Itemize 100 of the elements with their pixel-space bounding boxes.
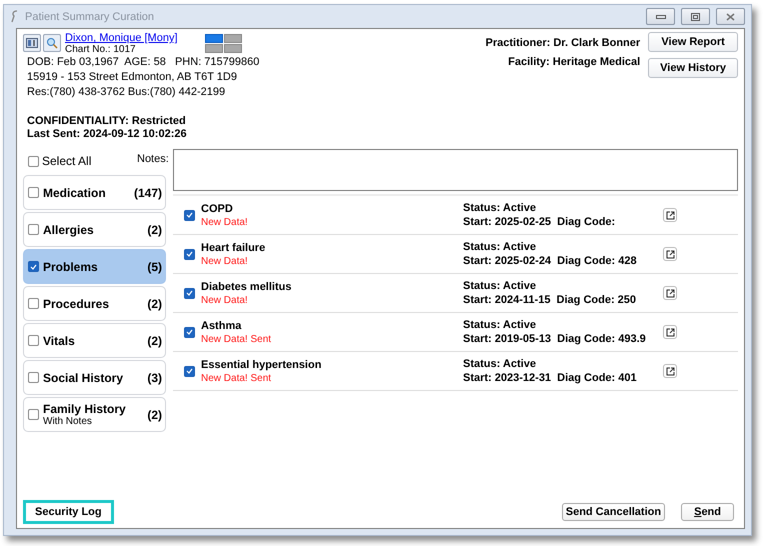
checkmark-icon xyxy=(30,264,37,270)
problem-status: Status: Active xyxy=(463,319,537,331)
category-label: Problems xyxy=(43,260,99,274)
problem-status: Status: Active xyxy=(463,358,537,370)
open-external-button[interactable] xyxy=(663,286,677,300)
category-count: (2) xyxy=(147,296,162,310)
checkbox[interactable] xyxy=(28,372,39,383)
open-external-button[interactable] xyxy=(663,325,677,339)
last-sent-label: Last Sent: 2024-09-12 10:02:26 xyxy=(27,128,188,141)
open-external-button[interactable] xyxy=(663,208,677,222)
category-item[interactable]: Social History (3) xyxy=(23,360,166,395)
layout-tile[interactable] xyxy=(224,44,242,53)
checkbox[interactable] xyxy=(28,224,39,235)
problem-name: COPD xyxy=(201,202,233,214)
minimize-button[interactable] xyxy=(646,8,675,25)
patient-phones: Res:(780) 438-3762 Bus:(780) 442-2199 xyxy=(27,85,226,100)
category-item[interactable]: Procedures (2) xyxy=(23,286,166,321)
problem-name: Diabetes mellitus xyxy=(201,280,292,292)
confidentiality-label: CONFIDENTIALITY: Restricted xyxy=(27,115,187,128)
facility-label: Facility: Heritage Medical xyxy=(508,56,640,68)
minimize-icon xyxy=(656,14,666,18)
category-item[interactable]: Medication (147) xyxy=(23,175,166,210)
status-note-label: New Data! xyxy=(201,216,248,228)
maximize-button[interactable] xyxy=(681,8,710,25)
open-external-icon xyxy=(666,210,674,220)
search-icon xyxy=(46,37,58,49)
checkbox[interactable] xyxy=(184,288,195,298)
category-count: (2) xyxy=(147,222,162,236)
status-note-label: New Data! Sent xyxy=(201,372,272,384)
layout-tile[interactable] xyxy=(204,34,222,43)
checkbox[interactable] xyxy=(28,335,39,346)
checkbox[interactable] xyxy=(184,210,195,220)
security-log-button[interactable]: Security Log xyxy=(23,500,114,524)
id-card-icon xyxy=(26,38,38,48)
checkmark-icon xyxy=(186,329,193,335)
chart-number: Chart No.: 1017 xyxy=(65,44,137,55)
practitioner-label: Practitioner: Dr. Clark Bonner xyxy=(486,37,640,49)
open-external-icon xyxy=(666,328,674,336)
checkbox[interactable] xyxy=(28,298,39,309)
open-external-icon xyxy=(666,366,674,376)
send-button[interactable]: Send xyxy=(681,503,734,521)
problem-name: Asthma xyxy=(201,320,242,332)
category-sublabel: With Notes xyxy=(43,416,93,427)
category-count: (3) xyxy=(147,370,162,384)
category-item[interactable]: Family History With Notes (2) xyxy=(23,397,166,432)
checkmark-icon xyxy=(186,368,193,374)
layout-tile[interactable] xyxy=(204,44,222,53)
status-note-label: New Data! Sent xyxy=(201,334,272,344)
checkbox[interactable] xyxy=(28,261,39,272)
close-button[interactable] xyxy=(716,8,745,25)
problem-name: Heart failure xyxy=(201,242,266,254)
patient-address: 15919 - 153 Street Edmonton, AB T6T 1D9 xyxy=(27,70,238,85)
category-count: (2) xyxy=(147,334,162,348)
problem-details: Start: 2025-02-24 Diag Code: 428 xyxy=(463,255,638,267)
category-label: Social History xyxy=(43,370,124,384)
category-label: Family History xyxy=(43,402,127,416)
checkmark-icon xyxy=(186,290,193,296)
patient-demographics: DOB: Feb 03,1967 AGE: 58 PHN: 715799860 xyxy=(27,55,260,70)
close-icon xyxy=(726,12,735,20)
problem-details: Start: 2024-11-15 Diag Code: 250 xyxy=(463,294,638,306)
checkmark-icon xyxy=(186,251,193,257)
maximize-icon xyxy=(691,12,700,20)
open-external-button[interactable] xyxy=(663,247,677,261)
search-button[interactable] xyxy=(43,34,61,52)
layout-tile[interactable] xyxy=(224,34,242,43)
problem-details: Start: 2023-12-31 Diag Code: 401 xyxy=(463,372,638,384)
patient-name-link[interactable]: Dixon, Monique [Mony] xyxy=(65,32,178,44)
app-icon xyxy=(10,10,19,23)
category-item[interactable]: Allergies (2) xyxy=(23,212,166,247)
category-label: Medication xyxy=(43,186,107,200)
category-count: (147) xyxy=(134,186,162,200)
checkbox[interactable] xyxy=(28,156,39,166)
checkmark-icon xyxy=(186,212,193,218)
category-item[interactable]: Vitals (2) xyxy=(23,323,166,358)
problem-name: Essential hypertension xyxy=(201,358,322,370)
status-note-label: New Data! xyxy=(201,256,248,266)
checkbox[interactable] xyxy=(28,187,39,198)
window-title: Patient Summary Curation xyxy=(25,10,155,22)
category-label: Vitals xyxy=(43,334,76,348)
notes-field[interactable] xyxy=(173,149,738,191)
checkbox[interactable] xyxy=(184,326,195,338)
header-button[interactable]: View History xyxy=(648,58,738,78)
category-count: (5) xyxy=(147,260,162,274)
checkbox[interactable] xyxy=(28,409,39,420)
send-cancellation-button[interactable]: Send Cancellation xyxy=(562,503,666,521)
checkbox[interactable] xyxy=(184,248,195,260)
category-label: Procedures xyxy=(43,296,110,310)
problem-details: Start: 2019-05-13 Diag Code: 493.9 xyxy=(463,333,647,345)
checkbox[interactable] xyxy=(184,366,195,376)
open-external-icon xyxy=(666,288,674,298)
category-item[interactable]: Problems (5) xyxy=(23,249,166,284)
open-external-button[interactable] xyxy=(663,364,677,378)
select-all-label: Select All xyxy=(42,154,92,168)
id-card-button[interactable] xyxy=(23,34,41,52)
category-count: (2) xyxy=(147,408,162,422)
status-note-label: New Data! xyxy=(201,294,248,306)
notes-label: Notes: xyxy=(137,152,170,167)
problem-status: Status: Active xyxy=(463,202,537,214)
problem-details: Start: 2025-02-25 Diag Code: xyxy=(463,216,616,228)
header-button[interactable]: View Report xyxy=(648,32,738,52)
